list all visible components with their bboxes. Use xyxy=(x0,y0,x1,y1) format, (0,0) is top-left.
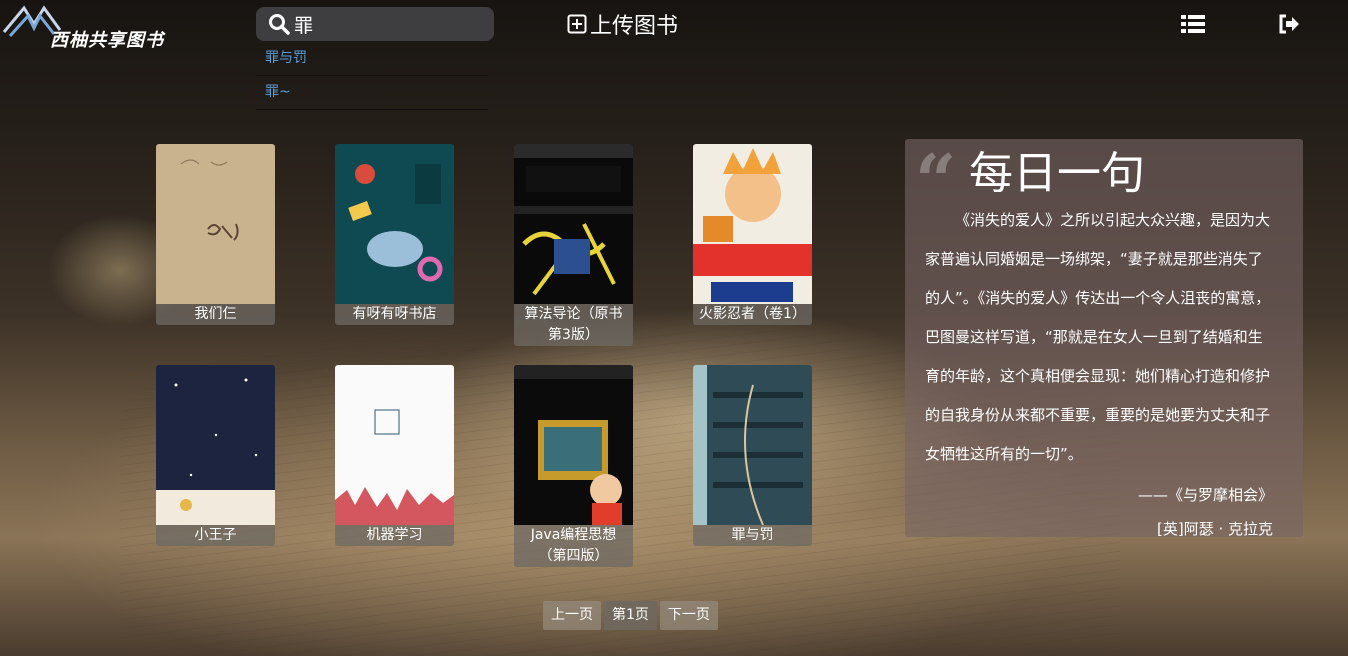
book-cover[interactable] xyxy=(335,365,454,525)
quote-heading: 每日一句 xyxy=(969,148,1145,199)
book-title[interactable]: Java编程思想（第四版） xyxy=(514,525,633,567)
book-title[interactable]: 火影忍者（卷1） xyxy=(693,304,812,325)
book-cover[interactable] xyxy=(693,144,812,304)
plus-square-icon xyxy=(567,14,587,34)
search-suggestions: 罪与罚 罪~ xyxy=(256,42,488,110)
book-card[interactable]: 罪与罚 xyxy=(693,365,812,546)
book-cover[interactable] xyxy=(514,365,633,525)
upload-label: 上传图书 xyxy=(590,14,679,39)
search-box[interactable] xyxy=(256,7,494,41)
prev-page-button[interactable]: 上一页 xyxy=(543,601,601,630)
book-cover[interactable] xyxy=(335,144,454,304)
next-page-button[interactable]: 下一页 xyxy=(659,601,718,630)
book-cover[interactable] xyxy=(156,365,275,525)
book-card[interactable]: 我们仨 xyxy=(156,144,275,325)
quote-author: [英]阿瑟 · 克拉克 xyxy=(1156,520,1273,538)
book-card[interactable]: 算法导论（原书第3版） xyxy=(514,144,633,346)
book-cover[interactable] xyxy=(156,144,275,304)
site-logo[interactable]: 西柚共享图书 xyxy=(0,0,175,51)
suggestion-item[interactable]: 罪与罚 xyxy=(256,42,488,76)
quote-source: ——《与罗摩相会》 xyxy=(1137,486,1273,504)
book-title[interactable]: 算法导论（原书第3版） xyxy=(514,304,633,346)
book-card[interactable]: 机器学习 xyxy=(335,365,454,546)
daily-quote-panel: “ 每日一句 《消失的爱人》之所以引起大众兴趣，是因为大家普遍认同婚姻是一场绑架… xyxy=(905,139,1303,538)
book-title[interactable]: 罪与罚 xyxy=(693,525,812,546)
book-card[interactable]: 有呀有呀书店 xyxy=(335,144,454,325)
upload-book-button[interactable]: 上传图书 xyxy=(567,8,678,40)
sign-out-icon[interactable] xyxy=(1278,14,1300,34)
book-title[interactable]: 机器学习 xyxy=(335,525,454,546)
search-input[interactable] xyxy=(294,13,484,35)
book-card[interactable]: 小王子 xyxy=(156,365,275,546)
book-card[interactable]: 火影忍者（卷1） xyxy=(693,144,812,325)
current-page-button[interactable]: 第1页 xyxy=(604,601,657,630)
book-title[interactable]: 我们仨 xyxy=(156,304,275,325)
quote-text: 《消失的爱人》之所以引起大众兴趣，是因为大家普遍认同婚姻是一场绑架，“妻子就是那… xyxy=(925,211,1271,463)
book-title[interactable]: 有呀有呀书店 xyxy=(335,304,454,325)
search-icon[interactable] xyxy=(268,13,290,35)
pagination: 上一页 第1页 下一页 xyxy=(543,601,718,630)
book-card[interactable]: Java编程思想（第四版） xyxy=(514,365,633,567)
logo-text: 西柚共享图书 xyxy=(50,30,164,51)
book-cover[interactable] xyxy=(693,365,812,525)
suggestion-item[interactable]: 罪~ xyxy=(256,76,488,110)
book-title[interactable]: 小王子 xyxy=(156,525,275,546)
book-cover[interactable] xyxy=(514,144,633,304)
list-icon[interactable] xyxy=(1181,14,1205,34)
